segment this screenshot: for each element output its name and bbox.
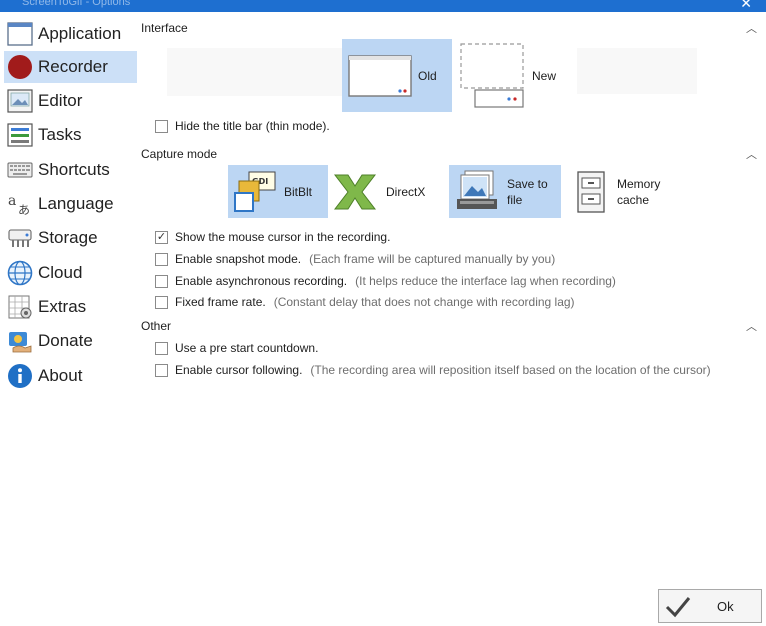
extras-icon — [7, 294, 33, 320]
checkbox-label: Hide the title bar (thin mode). — [175, 119, 330, 133]
checkbox-label: Enable asynchronous recording. — [175, 274, 348, 288]
checkbox-hint: (Each frame will be captured manually by… — [309, 252, 556, 266]
save-to-file-icon — [455, 169, 501, 215]
sidebar-item-donate[interactable]: Donate — [4, 325, 137, 357]
memory-cache-icon — [575, 170, 609, 214]
sidebar-item-label: Tasks — [38, 125, 82, 144]
section-header-other: Other — [141, 319, 172, 333]
application-window-icon — [7, 21, 33, 47]
sidebar-item-shortcuts[interactable]: Shortcuts — [4, 154, 137, 186]
sidebar-item-label: Application — [38, 24, 122, 43]
sidebar-item-label: Cloud — [38, 263, 83, 282]
capture-option-memory-cache[interactable]: Memory cache — [571, 165, 681, 218]
checkbox-hint: (Constant delay that does not change wit… — [273, 295, 575, 309]
svg-text:あ: あ — [18, 203, 30, 217]
option-label: Memory cache — [617, 176, 661, 207]
info-icon — [7, 363, 33, 389]
interface-option-old[interactable]: Old — [342, 39, 452, 112]
sidebar-item-extras[interactable]: Extras — [4, 291, 137, 323]
sidebar-item-language[interactable]: aあ Language — [4, 188, 137, 220]
option-label: New — [532, 68, 557, 83]
svg-text:a: a — [8, 193, 16, 209]
option-label: DirectX — [386, 184, 426, 199]
title-bar: ScreenToGif - Options ✕ — [0, 0, 766, 12]
checkbox-box[interactable] — [155, 119, 168, 133]
checkbox-label: Enable cursor following. — [175, 363, 303, 377]
sidebar-item-cloud[interactable]: Cloud — [4, 257, 137, 289]
sidebar: Application Recorder Editor Tasks Shortc… — [0, 12, 137, 626]
checkbox-box[interactable] — [155, 341, 168, 355]
directx-icon — [332, 172, 378, 212]
async-recording-checkbox[interactable]: Enable asynchronous recording. (It helps… — [155, 274, 616, 288]
sidebar-item-about[interactable]: About — [4, 360, 137, 392]
window-title: ScreenToGif - Options — [22, 0, 131, 8]
ok-button-label: Ok — [717, 598, 734, 614]
cursor-following-checkbox[interactable]: Enable cursor following. (The recording … — [155, 363, 711, 377]
new-interface-icon — [459, 40, 525, 112]
chevron-up-icon[interactable]: ︿ — [746, 20, 757, 36]
record-circle-icon — [7, 54, 33, 80]
sidebar-item-recorder[interactable]: Recorder — [4, 51, 137, 83]
interface-option-new[interactable]: New — [459, 39, 569, 112]
checkbox-box[interactable] — [155, 363, 168, 377]
language-icon: aあ — [7, 191, 33, 217]
snapshot-mode-checkbox[interactable]: Enable snapshot mode. (Each frame will b… — [155, 252, 555, 266]
tasks-list-icon — [7, 122, 33, 148]
ghost-artifact — [577, 48, 697, 94]
sidebar-item-storage[interactable]: Storage — [4, 222, 137, 254]
hide-title-bar-checkbox[interactable]: Hide the title bar (thin mode). — [155, 119, 330, 133]
donate-icon — [7, 328, 33, 354]
checkmark-icon — [663, 591, 693, 621]
close-icon[interactable]: ✕ — [740, 0, 752, 12]
chevron-up-icon[interactable]: ︿ — [746, 146, 757, 162]
sidebar-item-label: Extras — [38, 297, 87, 316]
checkbox-box[interactable]: ✓ — [155, 230, 168, 244]
chevron-up-icon[interactable]: ︿ — [746, 318, 757, 334]
sidebar-item-label: About — [38, 366, 83, 385]
capture-option-bitblt[interactable]: GDI BitBlt — [228, 165, 328, 218]
checkbox-label: Enable snapshot mode. — [175, 252, 302, 266]
sidebar-item-tasks[interactable]: Tasks — [4, 119, 137, 151]
section-header-capture-mode: Capture mode — [141, 147, 218, 161]
ok-button[interactable]: Ok — [658, 589, 762, 623]
checkbox-box[interactable] — [155, 295, 168, 309]
sidebar-item-application[interactable]: Application — [4, 18, 137, 50]
checkbox-hint: (The recording area will reposition itse… — [310, 363, 711, 377]
option-label: Save to file — [507, 176, 548, 207]
sidebar-item-label: Storage — [38, 228, 98, 247]
sidebar-item-label: Language — [38, 194, 114, 213]
cloud-globe-icon — [7, 260, 33, 286]
pre-start-countdown-checkbox[interactable]: Use a pre start countdown. — [155, 341, 318, 355]
gdi-icon: GDI — [232, 169, 278, 215]
section-header-interface: Interface — [141, 21, 188, 35]
capture-option-save-to-file[interactable]: Save to file — [449, 165, 561, 218]
checkbox-box[interactable] — [155, 252, 168, 266]
checkbox-label: Fixed frame rate. — [175, 295, 266, 309]
capture-option-directx[interactable]: DirectX — [332, 165, 432, 218]
checkbox-hint: (It helps reduce the interface lag when … — [355, 274, 616, 288]
sidebar-item-label: Donate — [38, 331, 93, 350]
ghost-artifact — [167, 48, 347, 96]
fixed-frame-rate-checkbox[interactable]: Fixed frame rate. (Constant delay that d… — [155, 295, 575, 309]
recorder-settings-panel: Interface ︿ Old New Hide the title bar (… — [137, 12, 766, 626]
image-editor-icon — [7, 88, 33, 114]
option-label: BitBlt — [284, 184, 313, 199]
show-mouse-cursor-checkbox[interactable]: ✓ Show the mouse cursor in the recording… — [155, 230, 390, 244]
sidebar-item-editor[interactable]: Editor — [4, 85, 137, 117]
storage-drive-icon — [7, 225, 33, 251]
keyboard-icon — [7, 157, 33, 183]
sidebar-item-label: Recorder — [38, 57, 108, 76]
checkbox-box[interactable] — [155, 274, 168, 288]
option-label: Old — [418, 68, 437, 83]
sidebar-item-label: Shortcuts — [38, 160, 110, 179]
sidebar-item-label: Editor — [38, 91, 83, 110]
checkbox-label: Use a pre start countdown. — [175, 341, 319, 355]
old-interface-icon — [348, 54, 412, 98]
checkbox-label: Show the mouse cursor in the recording. — [175, 230, 391, 244]
